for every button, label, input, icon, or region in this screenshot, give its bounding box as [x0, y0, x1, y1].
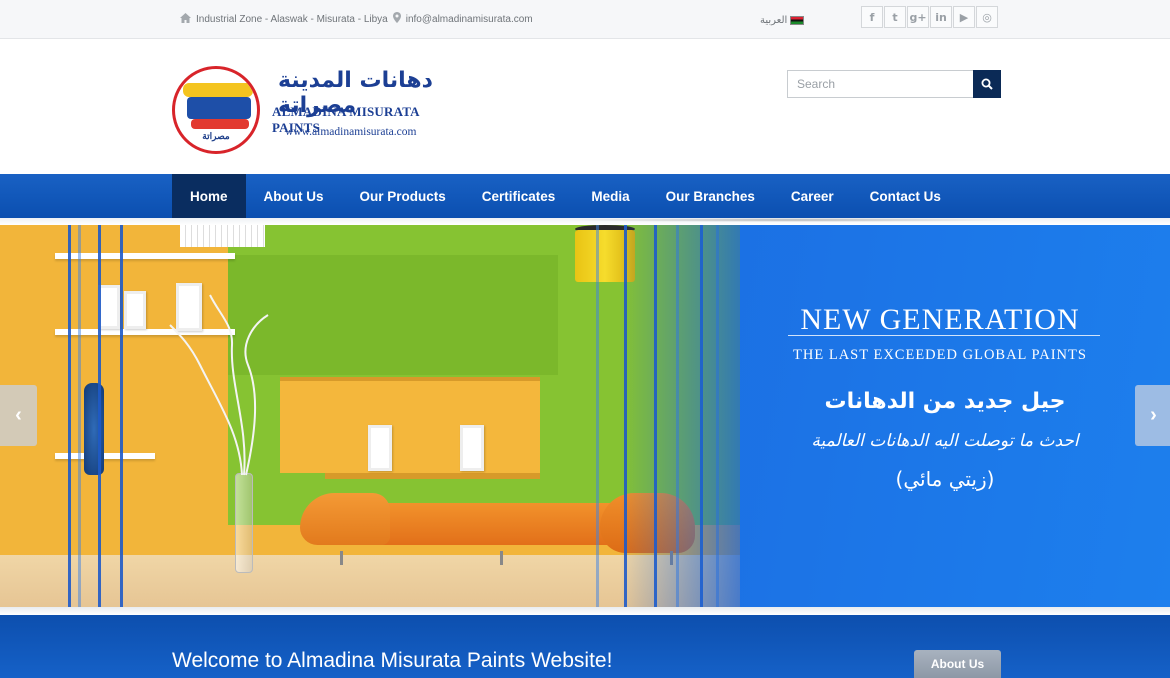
logo-website: www.almadinamisurata.com: [285, 126, 417, 138]
about-us-button[interactable]: About Us: [914, 650, 1001, 678]
nav-item-about-us[interactable]: About Us: [246, 174, 342, 218]
logo-emblem-text: مصراتة: [202, 131, 230, 141]
youtube-icon[interactable]: ▶: [953, 6, 975, 28]
email-link[interactable]: info@almadinamisurata.com: [406, 14, 533, 25]
nav-item-certificates[interactable]: Certificates: [464, 174, 574, 218]
home-icon: [180, 12, 191, 26]
nav-item-our-branches[interactable]: Our Branches: [648, 174, 773, 218]
slide-arabic-title: جيل جديد من الدهانات: [824, 389, 1066, 414]
welcome-section: Welcome to Almadina Misurata Paints Webs…: [0, 615, 1170, 678]
chevron-left-icon: ‹: [15, 404, 22, 426]
slide-caption: NEW GENERATION THE LAST EXCEEDED GLOBAL …: [740, 225, 1150, 607]
site-logo[interactable]: مصراتة دهانات المدينة مصراتة ALMADINA MI…: [172, 66, 462, 154]
nav-item-contact-us[interactable]: Contact Us: [852, 174, 959, 218]
nav-item-media[interactable]: Media: [573, 174, 647, 218]
logo-emblem: مصراتة: [172, 66, 260, 154]
search-button[interactable]: [973, 70, 1001, 98]
nav-item-our-products[interactable]: Our Products: [342, 174, 464, 218]
slide-arabic-types: (زيتي مائي): [895, 467, 995, 491]
slider-next-button[interactable]: ›: [1135, 385, 1170, 446]
nav-menu: Home About Us Our Products Certificates …: [172, 174, 959, 218]
slide-arabic-subtitle: احدث ما توصلت اليه الدهانات العالمية: [811, 431, 1079, 451]
search-input[interactable]: [787, 70, 973, 98]
language-label: العربية: [760, 15, 788, 26]
contact-info: Industrial Zone - Alaswak - Misurata - L…: [180, 12, 533, 26]
chevron-right-icon: ›: [1150, 404, 1157, 426]
nav-item-career[interactable]: Career: [773, 174, 852, 218]
slide-subheadline: THE LAST EXCEEDED GLOBAL PAINTS: [793, 347, 1087, 363]
main-nav: Home About Us Our Products Certificates …: [0, 174, 1170, 218]
instagram-icon[interactable]: ◎: [976, 6, 998, 28]
hero-slider: NEW GENERATION THE LAST EXCEEDED GLOBAL …: [0, 225, 1170, 607]
map-marker-icon: [392, 12, 401, 26]
google-plus-icon[interactable]: g+: [907, 6, 929, 28]
headline-divider: [788, 335, 1100, 336]
social-links: f t g+ in ▶ ◎: [861, 6, 998, 28]
search-form: [787, 70, 1001, 98]
nav-shadow: [0, 218, 1170, 225]
language-switch[interactable]: العربية: [760, 15, 805, 26]
slide-image: [0, 225, 740, 607]
linkedin-icon[interactable]: in: [930, 6, 952, 28]
welcome-title: Welcome to Almadina Misurata Paints Webs…: [172, 649, 613, 672]
slider-prev-button[interactable]: ‹: [0, 385, 37, 446]
address-text: Industrial Zone - Alaswak - Misurata - L…: [196, 13, 388, 25]
facebook-icon[interactable]: f: [861, 6, 883, 28]
libya-flag-icon: [790, 16, 805, 25]
search-icon: [981, 78, 993, 90]
twitter-icon[interactable]: t: [884, 6, 906, 28]
slide-headline: NEW GENERATION: [800, 303, 1080, 336]
top-bar: Industrial Zone - Alaswak - Misurata - L…: [0, 0, 1170, 39]
nav-item-home[interactable]: Home: [172, 174, 246, 218]
slider-bottom-shadow: [0, 607, 1170, 615]
